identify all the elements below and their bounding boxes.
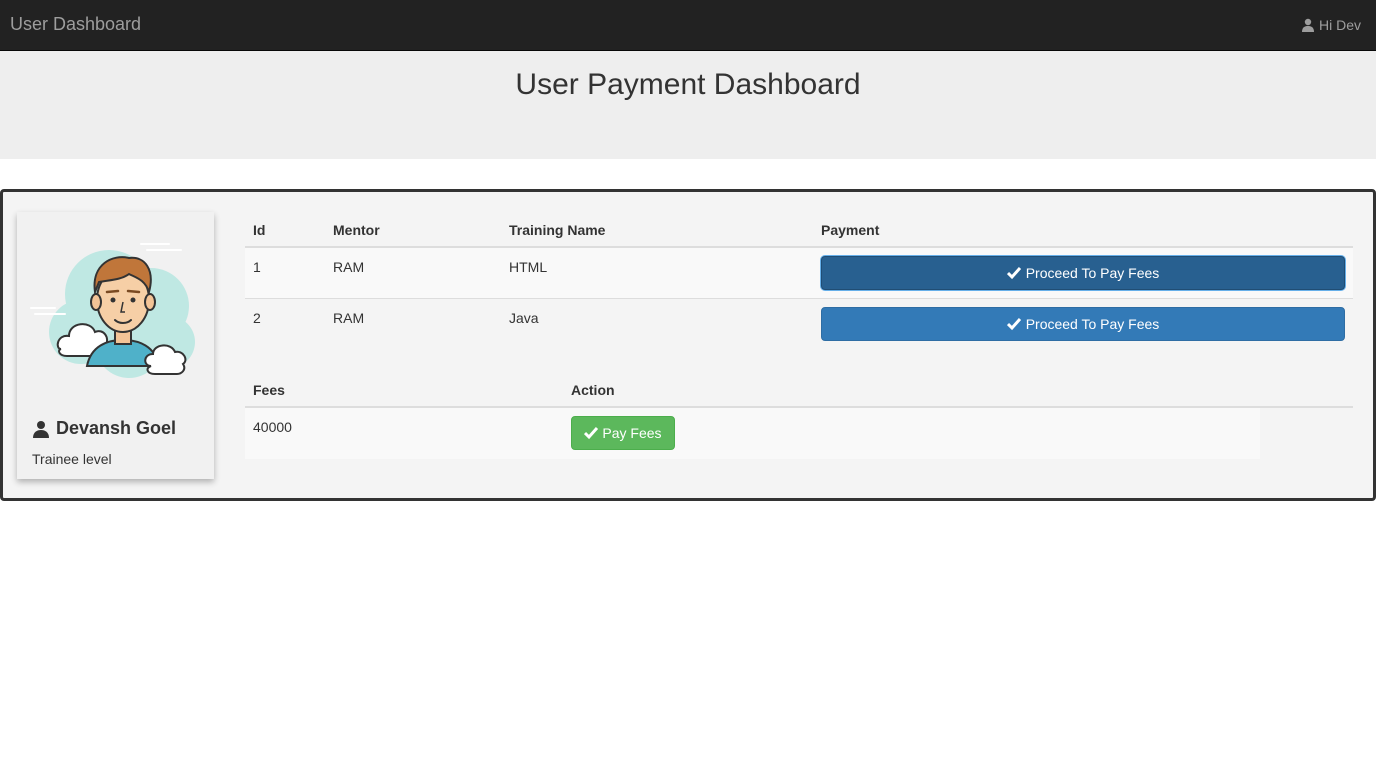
proceed-to-pay-label: Proceed To Pay Fees	[1025, 316, 1160, 332]
profile-name-row: Devansh Goel	[32, 418, 176, 439]
fees-amount: 40000	[253, 419, 292, 435]
column-header-training: Training Name	[509, 222, 606, 238]
proceed-to-pay-button[interactable]: Proceed To Pay Fees	[821, 307, 1345, 341]
pay-fees-label: Pay Fees	[602, 425, 662, 441]
profile-level: Trainee level	[32, 451, 112, 467]
column-header-payment: Payment	[821, 222, 880, 238]
table-row: 1 RAM HTML Proceed To Pay Fees	[245, 248, 1353, 299]
trainings-table: Id Mentor Training Name Payment 1 RAM HT…	[245, 213, 1353, 350]
avatar	[30, 243, 195, 378]
column-header-mentor: Mentor	[333, 222, 380, 238]
row-mentor: RAM	[333, 310, 365, 326]
column-header-id: Id	[253, 222, 266, 238]
user-greeting: Hi Dev	[1318, 17, 1361, 33]
column-header-fees: Fees	[253, 382, 285, 398]
jumbotron: User Payment Dashboard	[0, 51, 1376, 159]
row-training-name: Java	[509, 310, 539, 326]
page-title: User Payment Dashboard	[515, 68, 861, 101]
check-icon	[1006, 318, 1021, 331]
navbar-brand[interactable]: User Dashboard	[10, 14, 141, 35]
column-header-action: Action	[571, 382, 615, 398]
proceed-to-pay-label: Proceed To Pay Fees	[1025, 265, 1160, 281]
user-icon	[33, 420, 49, 438]
profile-name: Devansh Goel	[56, 418, 177, 438]
user-greeting-link[interactable]: Hi Dev	[1301, 17, 1361, 33]
navbar: User Dashboard Hi Dev	[0, 0, 1376, 51]
table-row: 40000 Pay Fees	[245, 408, 1260, 459]
profile-card: Devansh Goel Trainee level	[17, 212, 214, 479]
row-id: 1	[253, 259, 261, 275]
row-training-name: HTML	[509, 259, 548, 275]
row-id: 2	[253, 310, 261, 326]
table-header: Fees Action	[245, 373, 1353, 408]
fees-table: Fees Action 40000 Pay Fees	[245, 373, 1353, 459]
table-header: Id Mentor Training Name Payment	[245, 213, 1353, 248]
table-row: 2 RAM Java Proceed To Pay Fees	[245, 299, 1353, 350]
proceed-to-pay-button[interactable]: Proceed To Pay Fees	[821, 256, 1345, 290]
user-icon	[1301, 18, 1314, 32]
pay-fees-button[interactable]: Pay Fees	[571, 416, 675, 450]
check-icon	[584, 427, 599, 440]
check-icon	[1006, 267, 1021, 280]
row-mentor: RAM	[333, 259, 365, 275]
